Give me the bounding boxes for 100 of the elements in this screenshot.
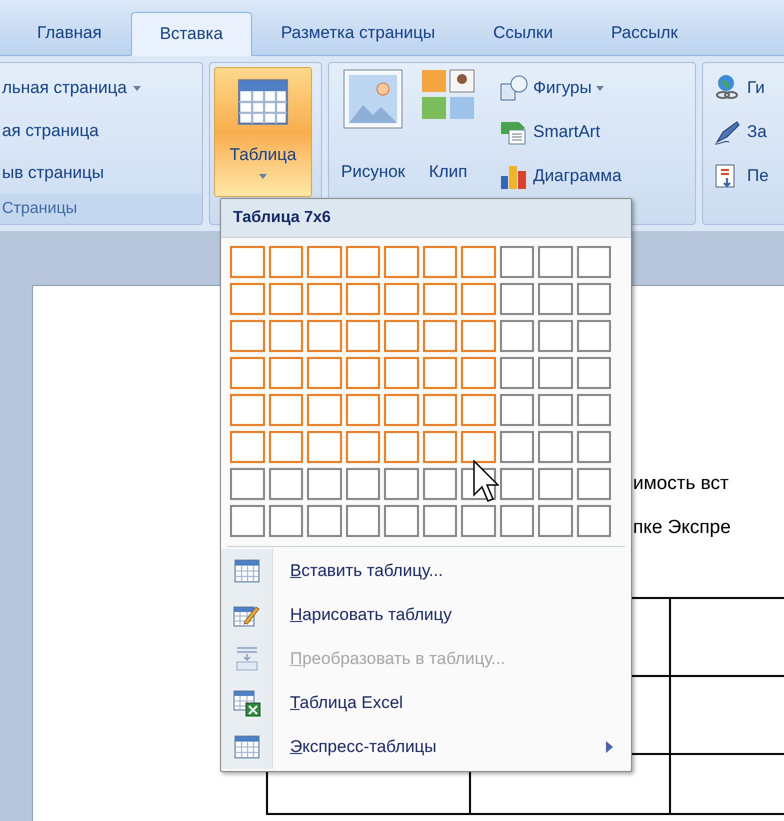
- grid-cell[interactable]: [230, 394, 264, 426]
- grid-cell[interactable]: [268, 431, 303, 463]
- ribbon-command[interactable]: SmartArt: [499, 115, 622, 149]
- grid-cell[interactable]: [576, 394, 611, 426]
- ribbon-command[interactable]: ая страница: [2, 118, 202, 144]
- grid-cell[interactable]: [384, 394, 418, 426]
- grid-cell[interactable]: [538, 505, 572, 537]
- grid-cell[interactable]: [307, 394, 342, 426]
- grid-cell[interactable]: [538, 283, 572, 315]
- grid-cell[interactable]: [576, 357, 611, 389]
- grid-cell[interactable]: [500, 505, 534, 537]
- grid-cell[interactable]: [500, 394, 534, 426]
- grid-cell[interactable]: [307, 431, 342, 463]
- grid-cell[interactable]: [346, 394, 380, 426]
- ribbon-tab[interactable]: Рассылк: [582, 11, 707, 55]
- grid-cell[interactable]: [230, 505, 264, 537]
- grid-cell[interactable]: [576, 505, 611, 537]
- grid-cell[interactable]: [500, 246, 534, 278]
- grid-cell[interactable]: [346, 246, 380, 278]
- ribbon-command[interactable]: льная страница: [2, 75, 202, 101]
- grid-cell[interactable]: [538, 246, 572, 278]
- grid-cell[interactable]: [422, 468, 457, 500]
- ribbon-command[interactable]: За: [713, 115, 784, 149]
- grid-cell[interactable]: [422, 505, 457, 537]
- grid-cell[interactable]: [384, 320, 418, 352]
- grid-cell[interactable]: [307, 468, 342, 500]
- grid-cell[interactable]: [500, 431, 534, 463]
- grid-cell[interactable]: [422, 246, 457, 278]
- ribbon-command[interactable]: Пе: [713, 159, 784, 193]
- grid-cell[interactable]: [422, 431, 457, 463]
- ribbon-tab[interactable]: Вставка: [130, 12, 252, 56]
- grid-cell[interactable]: [461, 505, 496, 537]
- grid-cell[interactable]: [307, 505, 342, 537]
- grid-cell[interactable]: [268, 320, 303, 352]
- picture-button[interactable]: Рисунок: [337, 69, 410, 184]
- grid-cell[interactable]: [422, 283, 457, 315]
- grid-cell[interactable]: [461, 394, 496, 426]
- ribbon-command[interactable]: Ги: [713, 71, 784, 105]
- grid-cell[interactable]: [422, 357, 457, 389]
- grid-cell[interactable]: [307, 320, 342, 352]
- ribbon-command[interactable]: Диаграмма: [499, 159, 622, 193]
- grid-cell[interactable]: [576, 283, 611, 315]
- grid-cell[interactable]: [346, 320, 380, 352]
- grid-cell[interactable]: [500, 357, 534, 389]
- ribbon-tab[interactable]: Разметка страницы: [252, 11, 464, 55]
- grid-cell[interactable]: [346, 505, 380, 537]
- grid-cell[interactable]: [384, 468, 418, 500]
- grid-cell[interactable]: [500, 320, 534, 352]
- grid-cell[interactable]: [384, 505, 418, 537]
- ribbon-command[interactable]: Фигуры: [499, 71, 622, 105]
- grid-cell[interactable]: [268, 283, 303, 315]
- table-button[interactable]: Таблица: [214, 67, 312, 197]
- grid-cell[interactable]: [422, 320, 457, 352]
- ribbon-tab[interactable]: Ссылки: [464, 11, 582, 55]
- menu-item[interactable]: Таблица Excel: [221, 681, 631, 725]
- grid-cell[interactable]: [576, 320, 611, 352]
- menu-item[interactable]: Экспресс-таблицы: [221, 725, 631, 769]
- grid-cell[interactable]: [230, 468, 264, 500]
- grid-cell[interactable]: [268, 394, 303, 426]
- grid-cell[interactable]: [576, 468, 611, 500]
- grid-cell[interactable]: [384, 283, 418, 315]
- grid-cell[interactable]: [538, 357, 572, 389]
- grid-cell[interactable]: [384, 246, 418, 278]
- clip-button[interactable]: Клип: [417, 69, 480, 184]
- grid-cell[interactable]: [307, 283, 342, 315]
- grid-cell[interactable]: [461, 246, 496, 278]
- grid-cell[interactable]: [384, 357, 418, 389]
- grid-cell[interactable]: [461, 283, 496, 315]
- grid-cell[interactable]: [307, 246, 342, 278]
- grid-cell[interactable]: [307, 357, 342, 389]
- menu-item[interactable]: Вставить таблицу...: [221, 549, 631, 593]
- grid-cell[interactable]: [538, 394, 572, 426]
- grid-cell[interactable]: [346, 468, 380, 500]
- menu-item[interactable]: Нарисовать таблицу: [221, 593, 631, 637]
- grid-cell[interactable]: [230, 431, 264, 463]
- grid-cell[interactable]: [346, 283, 380, 315]
- ribbon-tab[interactable]: Главная: [8, 11, 131, 55]
- grid-cell[interactable]: [461, 357, 496, 389]
- grid-cell[interactable]: [268, 468, 303, 500]
- grid-cell[interactable]: [538, 431, 572, 463]
- grid-cell[interactable]: [500, 283, 534, 315]
- grid-cell[interactable]: [500, 468, 534, 500]
- grid-cell[interactable]: [538, 468, 572, 500]
- grid-cell[interactable]: [268, 357, 303, 389]
- grid-cell[interactable]: [384, 431, 418, 463]
- grid-cell[interactable]: [422, 394, 457, 426]
- grid-cell[interactable]: [268, 505, 303, 537]
- grid-cell[interactable]: [230, 246, 264, 278]
- grid-cell[interactable]: [576, 431, 611, 463]
- grid-cell[interactable]: [268, 246, 303, 278]
- grid-cell[interactable]: [538, 320, 572, 352]
- grid-cell[interactable]: [230, 320, 264, 352]
- grid-cell[interactable]: [230, 357, 264, 389]
- grid-cell[interactable]: [576, 246, 611, 278]
- grid-cell[interactable]: [461, 320, 496, 352]
- grid-cell[interactable]: [230, 283, 264, 315]
- grid-cell[interactable]: [346, 357, 380, 389]
- grid-cell[interactable]: [346, 431, 380, 463]
- ribbon-command[interactable]: ыв страницы: [2, 160, 202, 186]
- grid-cell[interactable]: [461, 431, 496, 463]
